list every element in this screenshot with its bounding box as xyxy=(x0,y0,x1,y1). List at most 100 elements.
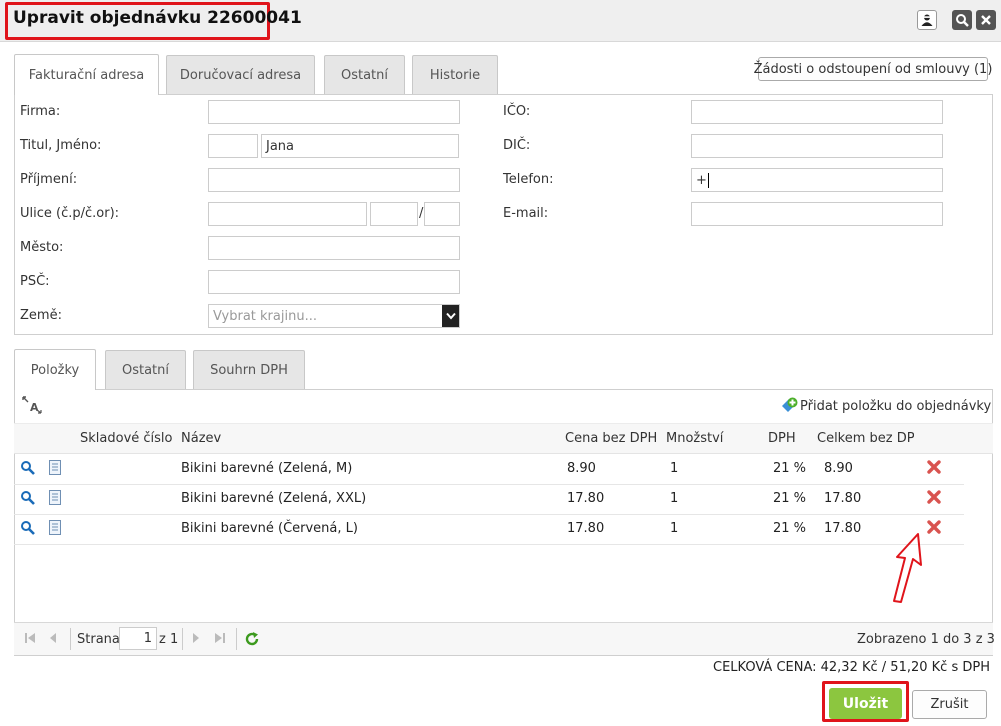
tab-label: Fakturační adresa xyxy=(28,67,145,83)
column-header-price[interactable]: Cena bez DPH xyxy=(565,431,657,446)
item-name: Bikini barevné (Zelená, M) xyxy=(181,461,353,476)
view-item-icon[interactable] xyxy=(20,520,35,539)
cp-input[interactable] xyxy=(370,202,418,226)
tab-ostatni[interactable]: Ostatní xyxy=(324,55,405,95)
tab-souhrn-dph[interactable]: Souhrn DPH xyxy=(193,350,305,390)
item-total: 17.80 xyxy=(824,521,862,536)
prijmeni-label: Příjmení: xyxy=(20,172,78,187)
next-page-icon[interactable] xyxy=(191,632,201,648)
mesto-input[interactable] xyxy=(208,236,460,260)
zeme-select[interactable]: Vybrat krajinu... xyxy=(208,304,460,328)
telefon-value: + xyxy=(696,172,707,188)
tab-fakturacni-adresa[interactable]: Fakturační adresa xyxy=(14,54,159,95)
close-icon[interactable] xyxy=(976,10,996,30)
item-vat: 21 % xyxy=(773,521,807,536)
svg-text:A: A xyxy=(30,401,39,414)
firma-input[interactable] xyxy=(208,100,460,124)
ulice-label: Ulice (č.p/č.or): xyxy=(20,206,120,221)
email-input[interactable] xyxy=(691,202,943,226)
tab-label: Položky xyxy=(30,362,80,378)
telefon-input[interactable]: + xyxy=(691,168,943,192)
column-header-vat[interactable]: DPH xyxy=(768,431,796,446)
dic-input[interactable] xyxy=(691,134,943,158)
item-total: 8.90 xyxy=(824,461,853,476)
prijmeni-input[interactable] xyxy=(208,168,460,192)
page-number-input[interactable]: 1 xyxy=(119,627,157,650)
item-price[interactable]: 8.90 xyxy=(567,461,596,476)
pager-separator xyxy=(236,628,237,650)
delete-item-icon[interactable] xyxy=(927,490,941,508)
row-divider xyxy=(14,544,964,545)
text-cursor xyxy=(707,172,709,188)
firma-label: Firma: xyxy=(20,104,61,119)
tab-label: Ostatní xyxy=(121,363,170,378)
item-vat: 21 % xyxy=(773,461,807,476)
titul-jmeno-label: Titul, Jméno: xyxy=(20,138,102,153)
chevron-down-icon[interactable] xyxy=(442,305,459,327)
view-item-icon[interactable] xyxy=(20,490,35,509)
item-total: 17.80 xyxy=(824,491,862,506)
search-icon[interactable] xyxy=(952,10,972,30)
pager-summary: Zobrazeno 1 do 3 z 3 xyxy=(857,632,995,647)
item-name: Bikini barevné (Zelená, XXL) xyxy=(181,491,367,506)
row-divider xyxy=(14,514,964,515)
cor-input[interactable] xyxy=(424,202,460,226)
ico-label: IČO: xyxy=(503,104,531,119)
autosize-columns-icon[interactable]: A xyxy=(22,396,42,414)
zeme-placeholder: Vybrat krajinu... xyxy=(213,308,317,324)
item-price[interactable]: 17.80 xyxy=(567,491,604,506)
tab-ostatni-items[interactable]: Ostatní xyxy=(105,350,186,390)
item-price[interactable]: 17.80 xyxy=(567,521,604,536)
dic-label: DIČ: xyxy=(503,138,531,153)
tab-dorucovaci-adresa[interactable]: Doručovací adresa xyxy=(166,55,315,95)
tab-polozky[interactable]: Položky xyxy=(14,349,96,390)
ulice-input[interactable] xyxy=(208,202,367,226)
user-icon[interactable] xyxy=(917,10,937,30)
view-item-icon[interactable] xyxy=(20,460,35,479)
withdrawal-requests-button[interactable]: Žádosti o odstoupení od smlouvy (1) xyxy=(754,57,992,81)
tab-label: Doručovací adresa xyxy=(179,68,302,83)
refresh-icon[interactable] xyxy=(244,631,260,651)
item-qty[interactable]: 1 xyxy=(670,521,678,536)
document-icon[interactable] xyxy=(49,490,61,509)
delete-item-icon[interactable] xyxy=(927,460,941,478)
add-item-link[interactable]: Přidat položku do objednávky xyxy=(800,399,991,414)
column-header-total[interactable]: Celkem bez DPH xyxy=(817,431,914,446)
titul-input[interactable] xyxy=(208,134,258,158)
mesto-label: Město: xyxy=(20,240,64,255)
psc-input[interactable] xyxy=(208,270,460,294)
pager-separator xyxy=(70,628,71,650)
tab-label: Historie xyxy=(429,68,481,83)
psc-label: PSČ: xyxy=(20,274,50,289)
ulice-separator: / xyxy=(419,206,424,221)
tab-label: Souhrn DPH xyxy=(210,363,288,378)
column-header-name[interactable]: Název xyxy=(181,431,221,446)
last-page-icon[interactable] xyxy=(214,632,226,648)
annotation-arrow xyxy=(893,533,922,603)
item-name: Bikini barevné (Červená, L) xyxy=(181,521,358,536)
column-header-qty[interactable]: Množství xyxy=(666,431,723,446)
item-qty[interactable]: 1 xyxy=(670,461,678,476)
document-icon[interactable] xyxy=(49,460,61,479)
telefon-label: Telefon: xyxy=(503,172,554,187)
item-vat: 21 % xyxy=(773,491,807,506)
tab-historie[interactable]: Historie xyxy=(412,55,498,95)
item-qty[interactable]: 1 xyxy=(670,491,678,506)
cancel-button[interactable]: Zrušit xyxy=(912,690,987,719)
page-count: z 1 xyxy=(159,632,179,647)
pager-separator xyxy=(182,628,183,650)
zeme-label: Země: xyxy=(20,308,62,323)
previous-page-icon[interactable] xyxy=(48,632,58,648)
first-page-icon[interactable] xyxy=(24,632,36,648)
row-divider xyxy=(14,484,964,485)
save-button[interactable]: Uložit xyxy=(829,688,902,719)
delete-item-icon[interactable] xyxy=(927,520,941,538)
jmeno-input[interactable]: Jana xyxy=(261,134,459,158)
window-title: Upravit objednávku 22600041 xyxy=(13,8,302,28)
ico-input[interactable] xyxy=(691,100,943,124)
tab-label: Ostatní xyxy=(340,68,389,83)
add-item-icon[interactable] xyxy=(780,397,798,415)
total-price: CELKOVÁ CENA: 42,32 Kč / 51,20 Kč s DPH xyxy=(713,660,990,675)
column-header-sku[interactable]: Skladové číslo xyxy=(80,431,173,446)
document-icon[interactable] xyxy=(49,520,61,539)
